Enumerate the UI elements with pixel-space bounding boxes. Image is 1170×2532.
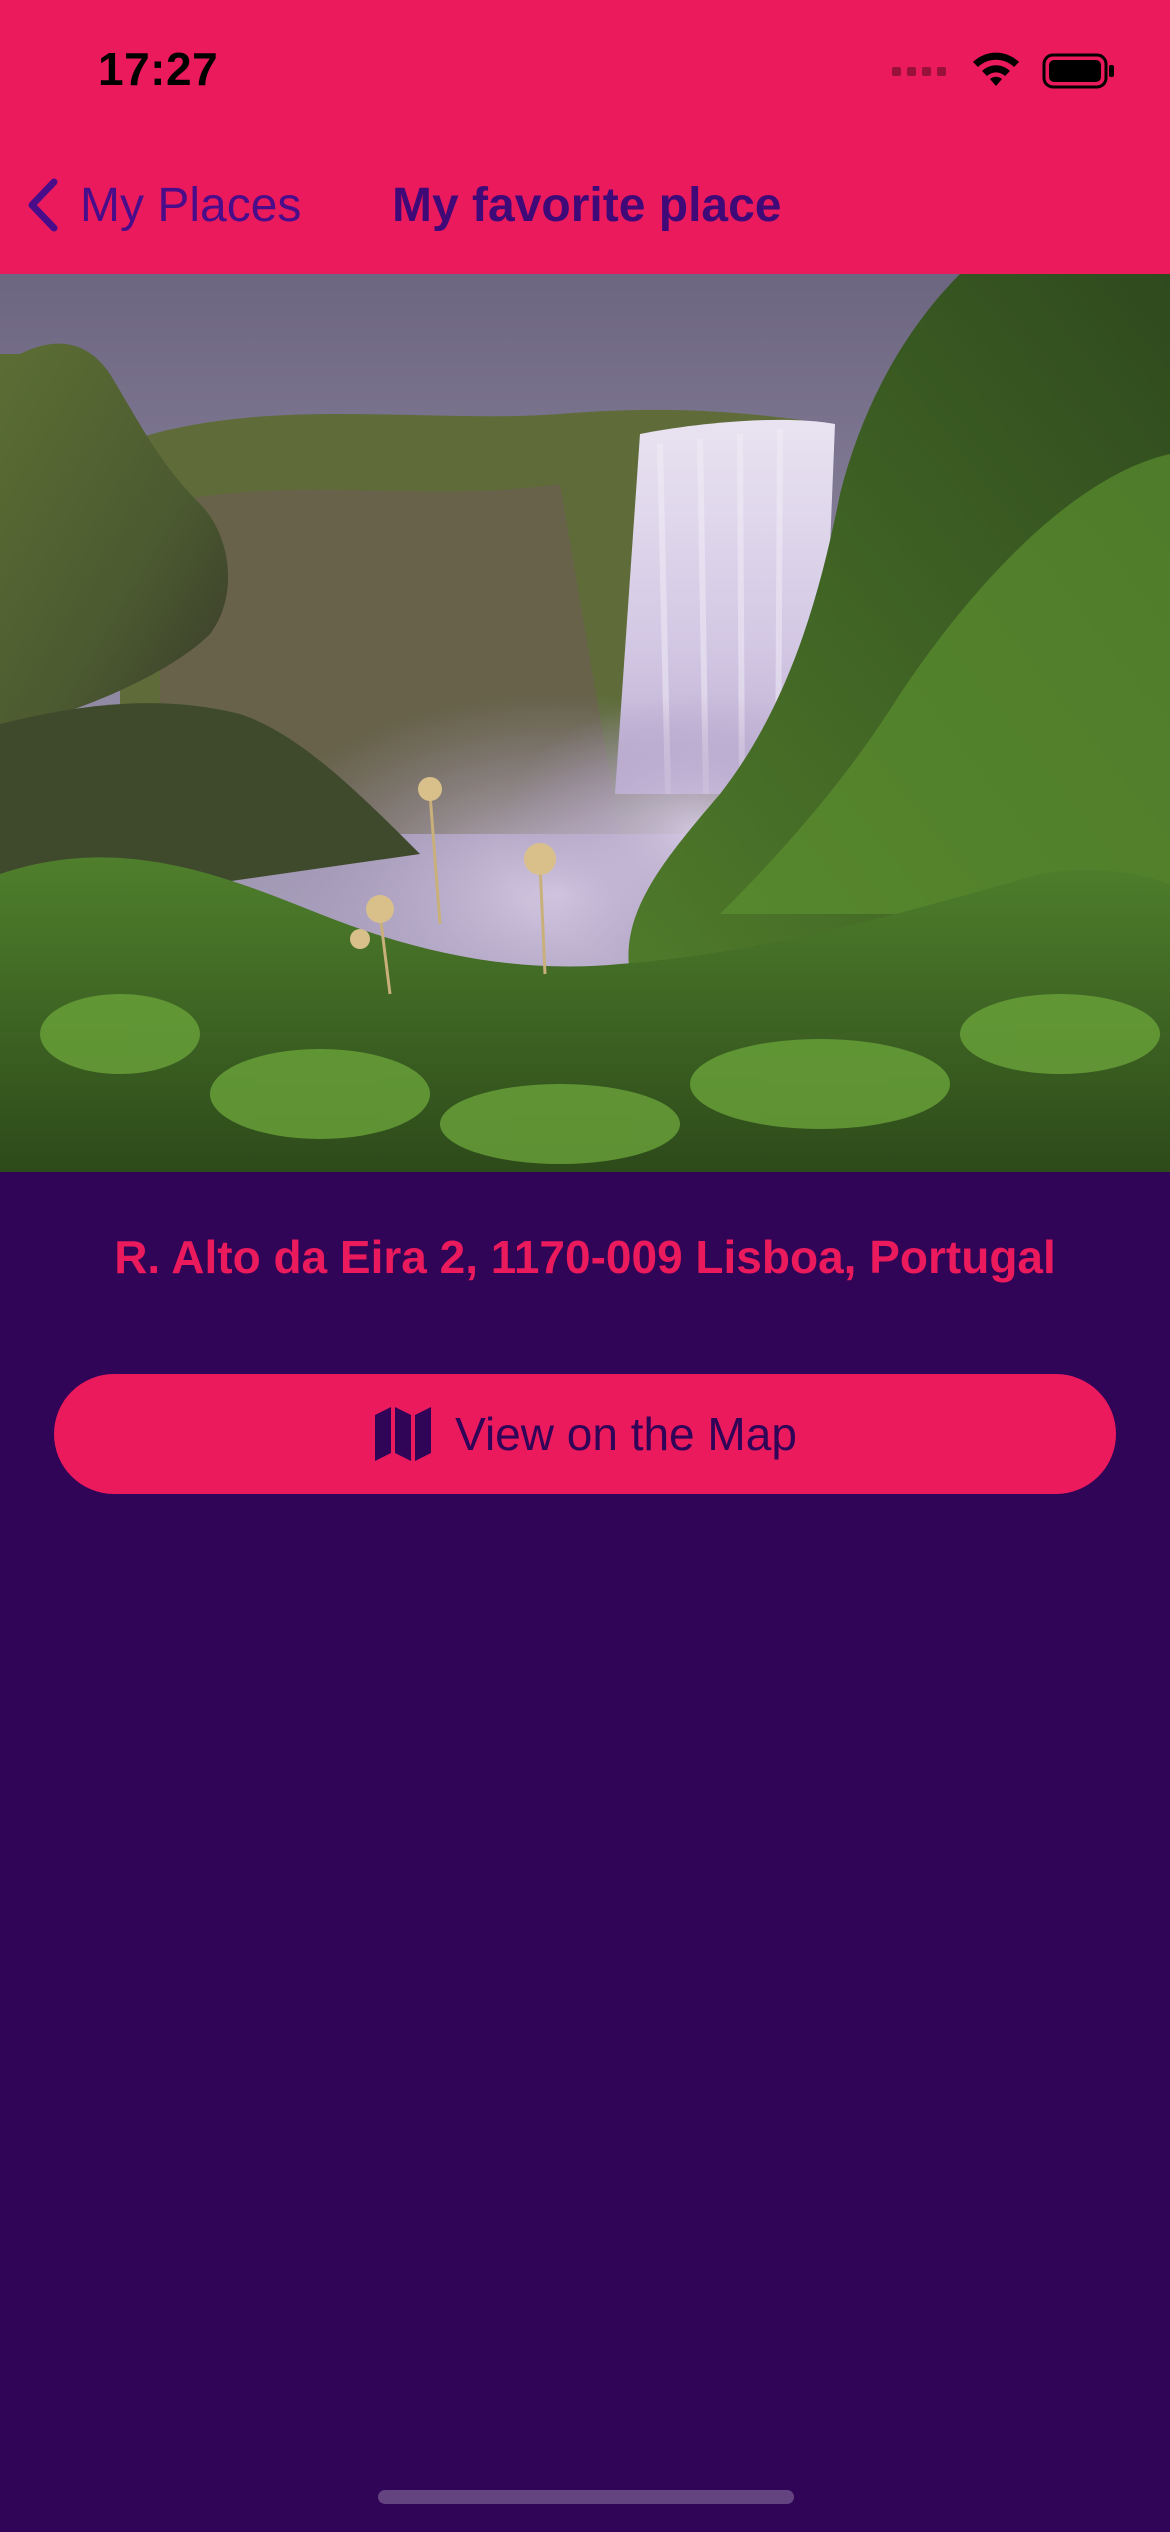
home-indicator[interactable] bbox=[378, 2490, 794, 2504]
status-icons bbox=[892, 52, 1116, 90]
place-address: R. Alto da Eira 2, 1170-009 Lisboa, Port… bbox=[114, 1231, 1056, 1283]
view-on-map-button[interactable]: View on the Map bbox=[54, 1374, 1116, 1494]
map-icon bbox=[375, 1407, 432, 1461]
battery-icon bbox=[1042, 53, 1114, 89]
view-on-map-label: View on the Map bbox=[455, 1408, 797, 1460]
cellular-signal-icon bbox=[892, 66, 946, 76]
back-button[interactable]: My Places bbox=[24, 170, 301, 240]
navigation-header: 17:27 My Places My favorite place bbox=[0, 0, 1170, 274]
wifi-icon bbox=[973, 52, 1019, 86]
place-photo bbox=[0, 274, 1170, 1172]
back-button-label: My Places bbox=[80, 178, 302, 232]
waterfall-image bbox=[0, 274, 1170, 1172]
page-title: My favorite place bbox=[392, 179, 782, 232]
status-time: 17:27 bbox=[98, 43, 219, 95]
chevron-left-icon bbox=[28, 178, 58, 232]
